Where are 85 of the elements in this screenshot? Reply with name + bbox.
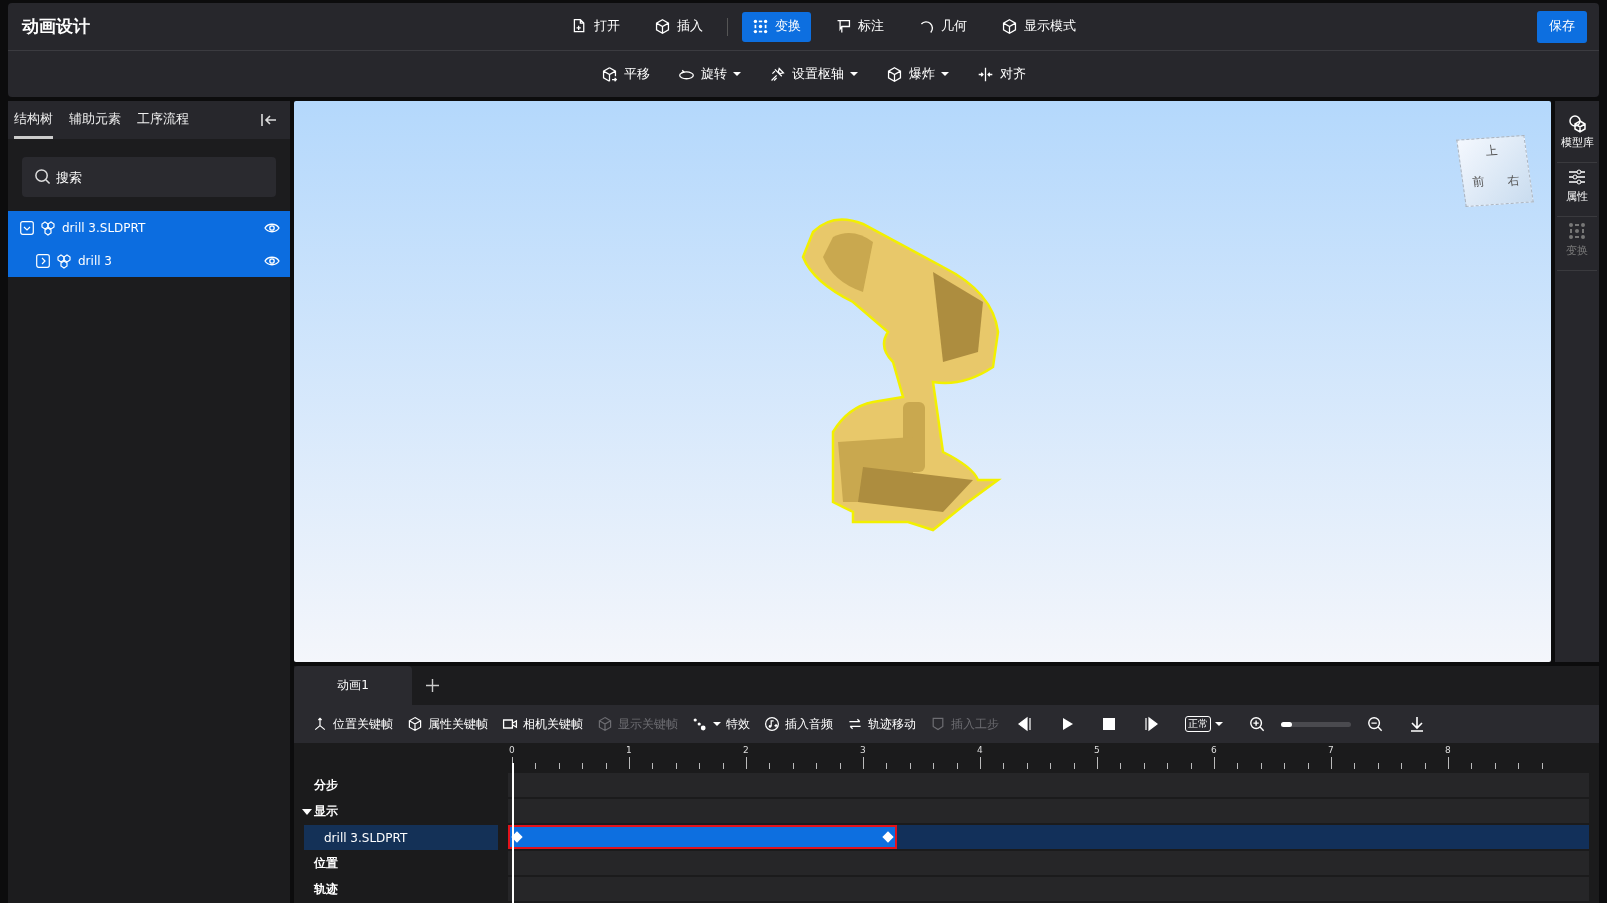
ruler-label: 5 [1094, 745, 1100, 755]
track-label[interactable]: 位置 [294, 851, 508, 876]
cube-face-label[interactable]: 上 [1483, 141, 1499, 160]
tree-item[interactable]: drill 3 [8, 244, 290, 277]
cube-icon [407, 716, 423, 733]
timeline-tool-button[interactable]: 特效 [692, 715, 750, 733]
toolbar-button[interactable]: 爆炸 [876, 59, 959, 89]
selection-icon [1567, 221, 1587, 241]
ruler-label: 4 [977, 745, 983, 755]
time-ruler[interactable]: 0 1 2 3 4 5 6 7 8 [508, 743, 1589, 771]
flag-icon [835, 18, 852, 35]
part-icon [40, 219, 56, 236]
toolbar-button[interactable]: 对齐 [967, 59, 1036, 89]
next-frame-icon[interactable] [1143, 716, 1159, 733]
zoom-slider[interactable] [1281, 721, 1351, 727]
toolbar-tab[interactable]: 标注 [825, 11, 894, 42]
add-icon[interactable] [426, 679, 439, 693]
ruler-label: 2 [743, 745, 749, 755]
expand-toggle-icon[interactable] [36, 253, 50, 268]
cube-icon [597, 716, 613, 733]
cube-face-label[interactable]: 右 [1506, 172, 1521, 191]
cube-icon [886, 65, 903, 83]
keyframe-clip[interactable] [508, 825, 898, 849]
ruler-label: 1 [626, 745, 632, 755]
selection-icon [752, 18, 769, 35]
cube-icon [654, 18, 671, 35]
arc-icon [918, 18, 935, 35]
track-label[interactable]: 分步 [294, 773, 508, 798]
align-icon [977, 65, 994, 83]
tree-item[interactable]: drill 3.SLDPRT [8, 211, 290, 244]
expand-arrow-icon[interactable] [302, 807, 312, 816]
axes-icon [312, 716, 328, 733]
panel-tab[interactable]: 工序流程 [137, 101, 189, 139]
timeline-tool-button[interactable]: 插入音频 [764, 715, 833, 733]
search-field[interactable]: 搜索 [22, 157, 276, 197]
expand-toggle-icon[interactable] [20, 220, 34, 235]
panel-tab[interactable]: 辅助元素 [69, 101, 121, 139]
toolbar-button[interactable]: 旋转 [668, 59, 751, 89]
stop-icon[interactable] [1101, 716, 1117, 733]
timeline-tool-button[interactable]: 轨迹移动 [847, 715, 916, 733]
view-cube[interactable]: 上 前 右 [1456, 134, 1534, 208]
toolbar-tab[interactable]: 显示模式 [991, 11, 1086, 42]
timeline-tool-button[interactable]: 相机关键帧 [502, 715, 583, 733]
previous-frame-icon[interactable] [1017, 716, 1033, 733]
ruler-label: 7 [1328, 745, 1334, 755]
toolbar-tab[interactable]: 插入 [644, 11, 713, 42]
caret-icon [1215, 721, 1223, 728]
zoom-out-icon[interactable] [1367, 716, 1383, 733]
tree-label: drill 3.SLDPRT [62, 220, 147, 235]
side-panel-button[interactable]: 属性 [1557, 163, 1597, 217]
panel-tab[interactable]: 结构树 [14, 101, 53, 139]
toolbar-tab[interactable]: 几何 [908, 11, 977, 42]
collapse-icon[interactable] [260, 112, 278, 128]
toolbar-tab[interactable]: 变换 [742, 11, 811, 42]
tree-label: drill 3 [78, 253, 113, 268]
sliders-icon [1567, 167, 1587, 187]
toolbar-button[interactable]: 平移 [591, 59, 660, 89]
ruler-label: 3 [860, 745, 866, 755]
timeline-tool-button[interactable]: 位置关键帧 [312, 715, 393, 733]
music-note-icon [764, 716, 780, 733]
side-panel-button[interactable]: 模型库 [1557, 109, 1597, 163]
pivot-icon [769, 65, 786, 83]
track-label[interactable]: drill 3.SLDPRT [304, 825, 498, 850]
toolbar-button[interactable]: 设置枢轴 [759, 59, 868, 89]
download-icon[interactable] [1409, 716, 1425, 733]
cube-icon [1001, 18, 1018, 35]
cube-face-label[interactable]: 前 [1471, 172, 1486, 191]
zoom-in-icon[interactable] [1249, 716, 1265, 733]
cube-arrow-icon [601, 65, 618, 83]
toolbar-tab[interactable]: 打开 [561, 11, 630, 42]
ruler-label: 6 [1211, 745, 1217, 755]
shield-icon [930, 716, 946, 733]
ruler-label: 8 [1445, 745, 1451, 755]
part-icon [56, 252, 72, 269]
animation-tab[interactable]: 动画1 [294, 666, 412, 706]
timeline-tool-button[interactable]: 属性关键帧 [407, 715, 488, 733]
search-icon [34, 168, 51, 185]
dots-icon [692, 716, 708, 733]
track-label[interactable]: 轨迹 [294, 877, 508, 902]
ruler-label: 0 [509, 745, 515, 755]
save-button[interactable]: 保存 [1537, 10, 1587, 43]
app-title: 动画设计 [22, 15, 90, 38]
3d-viewport[interactable]: 上 前 右 [294, 101, 1551, 662]
track-label[interactable]: 显示 [294, 799, 508, 824]
shapes-icon [1567, 113, 1587, 133]
